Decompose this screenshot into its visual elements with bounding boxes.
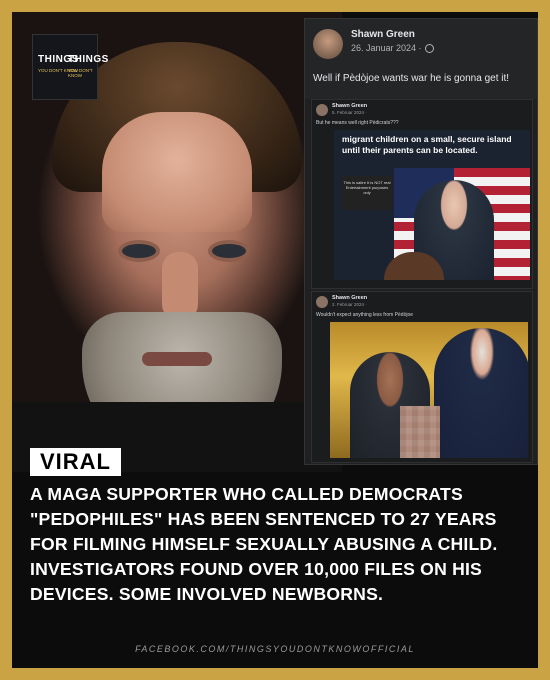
repost-date: 5. Februar 2024 ·	[332, 110, 367, 115]
brand-logo: THINGS THINGS YOU DON'T KNOW YOU DON'T K…	[32, 34, 108, 100]
news-image: migrant children on a small, secure isla…	[334, 130, 530, 280]
globe-icon	[424, 44, 434, 54]
logo-tagline-right: YOU DON'T KNOW	[68, 68, 93, 78]
repost-2: Shawn Green 2. Februar 2024 · Wouldn't e…	[311, 291, 533, 463]
fb-post-text: Well if Pèdòjoe wants war he is gonna ge…	[313, 73, 510, 84]
logo-word-right: THINGS	[68, 54, 109, 65]
fb-date-text: 26. Januar 2024 ·	[351, 43, 422, 53]
avatar	[316, 104, 328, 116]
fb-author: Shawn Green	[351, 29, 415, 40]
mouth	[142, 352, 212, 366]
fb-post-header: Shawn Green 26. Januar 2024 · Well if Pè…	[305, 19, 537, 99]
event-photo	[330, 322, 528, 458]
older-man-figure	[434, 328, 528, 458]
repost-date: 2. Februar 2024 ·	[332, 302, 367, 307]
repost-1: Shawn Green 5. Februar 2024 · But he mea…	[311, 99, 533, 289]
headline: A MAGA SUPPORTER WHO CALLED DEMOCRATS "P…	[30, 484, 498, 604]
news-headline: migrant children on a small, secure isla…	[342, 134, 512, 155]
repost-author: Shawn Green	[332, 103, 368, 109]
left-eye	[122, 244, 156, 258]
logo-cube	[32, 34, 98, 100]
face	[102, 112, 252, 232]
blurred-region	[400, 406, 440, 458]
right-eye	[212, 244, 246, 258]
repost-author: Shawn Green	[332, 295, 368, 301]
avatar	[316, 296, 328, 308]
repost-text: Wouldn't expect anything less from Pèdòj…	[316, 312, 414, 318]
fb-date: 26. Januar 2024 ·	[351, 43, 434, 54]
facebook-screenshot: Shawn Green 26. Januar 2024 · Well if Pè…	[304, 18, 538, 465]
post-card: THINGS THINGS YOU DON'T KNOW YOU DON'T K…	[12, 12, 538, 668]
satire-label: This is satire It is NOT real Entertainm…	[342, 176, 392, 210]
repost-text: But he means well right Pèdicrats???	[316, 120, 399, 126]
viral-badge: VIRAL	[30, 448, 121, 476]
avatar	[313, 29, 343, 59]
footer-url: FACEBOOK.COM/THINGSYOUDONTKNOWOFFICIAL	[135, 644, 415, 654]
